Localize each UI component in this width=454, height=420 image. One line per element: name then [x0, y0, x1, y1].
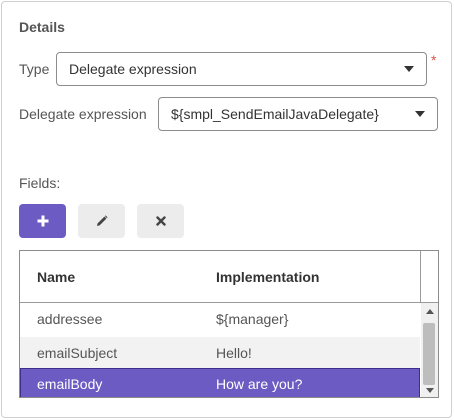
section-title: Details	[19, 19, 65, 35]
column-header-name[interactable]: Name	[37, 269, 75, 285]
fields-label: Fields:	[19, 175, 61, 191]
edit-field-button[interactable]	[78, 204, 125, 238]
chevron-down-icon	[415, 111, 425, 117]
vertical-scrollbar[interactable]	[421, 303, 438, 397]
table-header: Name Implementation	[20, 251, 420, 303]
table-row-selected[interactable]: emailBody How are you?	[20, 368, 420, 397]
x-icon	[155, 216, 166, 226]
table-row[interactable]: emailSubject Hello!	[20, 337, 420, 371]
header-corner	[420, 251, 438, 303]
scroll-up-arrow-icon[interactable]	[426, 309, 434, 314]
fields-table: Name Implementation addressee ${manager}…	[19, 250, 439, 398]
cell-implementation: ${manager}	[216, 311, 289, 327]
column-header-implementation[interactable]: Implementation	[216, 269, 319, 285]
cell-name: addressee	[37, 311, 103, 327]
delete-field-button[interactable]	[137, 204, 184, 238]
details-panel: Details Type Delegate expression * Deleg…	[1, 1, 452, 418]
type-select[interactable]: Delegate expression	[56, 52, 427, 86]
type-label: Type	[19, 61, 50, 77]
table-row[interactable]: addressee ${manager}	[20, 303, 420, 337]
plus-icon	[37, 215, 48, 227]
delegate-expression-select[interactable]: ${smpl_SendEmailJavaDelegate}	[158, 97, 438, 131]
scrollbar-thumb[interactable]	[423, 323, 435, 385]
delegate-expression-label: Delegate expression	[19, 106, 147, 122]
add-field-button[interactable]	[19, 204, 66, 238]
type-select-value: Delegate expression	[69, 61, 197, 77]
chevron-down-icon	[404, 66, 414, 72]
required-marker: *	[431, 52, 437, 68]
pencil-icon	[96, 215, 108, 226]
delegate-expression-value: ${smpl_SendEmailJavaDelegate}	[171, 106, 379, 122]
cell-implementation: Hello!	[216, 345, 252, 361]
scroll-down-arrow-icon[interactable]	[426, 388, 434, 393]
cell-name: emailBody	[37, 376, 103, 392]
cell-name: emailSubject	[37, 345, 118, 361]
cell-implementation: How are you?	[216, 376, 303, 392]
